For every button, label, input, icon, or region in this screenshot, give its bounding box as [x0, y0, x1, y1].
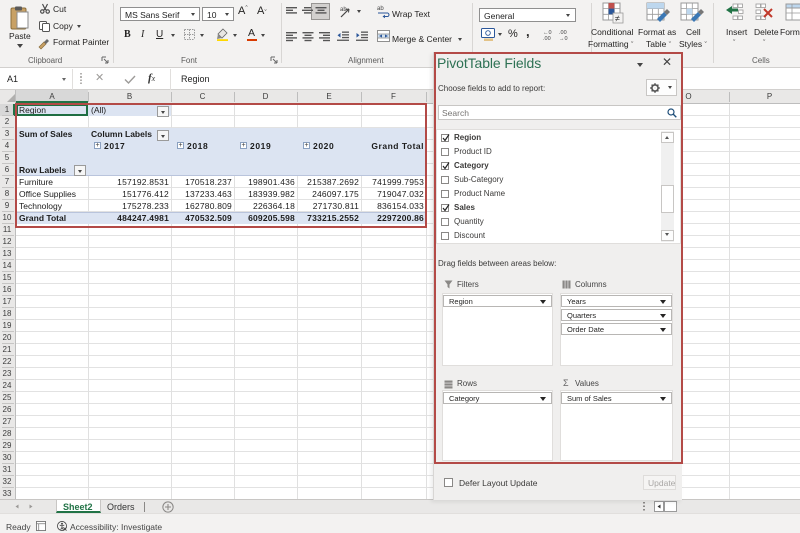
- svg-text:ab: ab: [377, 6, 384, 12]
- svg-text:.00: .00: [543, 36, 551, 42]
- svg-text:→0: →0: [559, 36, 568, 42]
- svg-text:≠: ≠: [615, 14, 620, 24]
- svg-text:ab: ab: [340, 7, 347, 13]
